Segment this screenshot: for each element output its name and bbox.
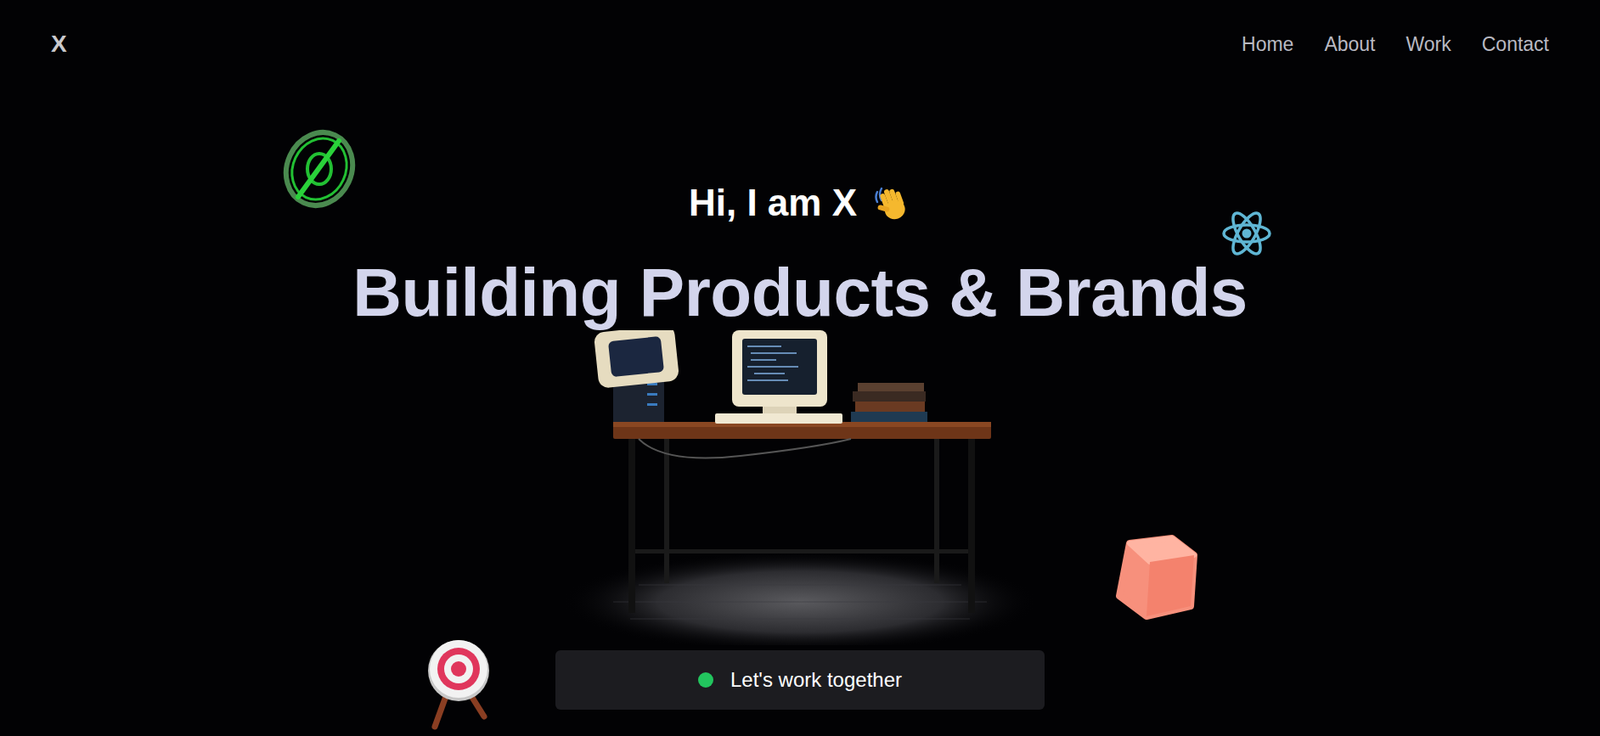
- nav-link[interactable]: Home: [1241, 30, 1294, 58]
- header: X Home About Work Contact: [0, 0, 1600, 58]
- nav-link[interactable]: Work: [1405, 30, 1451, 58]
- cta-button[interactable]: Let's work together: [555, 650, 1045, 710]
- react-icon: [1221, 208, 1273, 259]
- greeting: Hi, I am X: [688, 180, 857, 226]
- cube-icon: [1112, 535, 1198, 620]
- desk-scene-icon: [562, 330, 1038, 646]
- hero: Hi, I am X Building Products & Brands: [0, 57, 1600, 710]
- page: X Home About Work Contact Hi, I am X Buildi…: [0, 0, 1600, 736]
- status-dot: [698, 672, 714, 688]
- ring-icon: [282, 129, 356, 209]
- nav-link[interactable]: Contact: [1481, 30, 1550, 58]
- headline: Building Products & Brands: [352, 259, 1248, 327]
- cta-label: Let's work together: [730, 664, 902, 696]
- nav: Home About Work Contact: [1241, 30, 1550, 58]
- nav-link[interactable]: About: [1323, 30, 1375, 58]
- wave-hand-icon: [872, 183, 912, 223]
- target-icon: [422, 638, 493, 731]
- greeting-row: Hi, I am X: [688, 180, 912, 226]
- logo[interactable]: X: [50, 30, 68, 58]
